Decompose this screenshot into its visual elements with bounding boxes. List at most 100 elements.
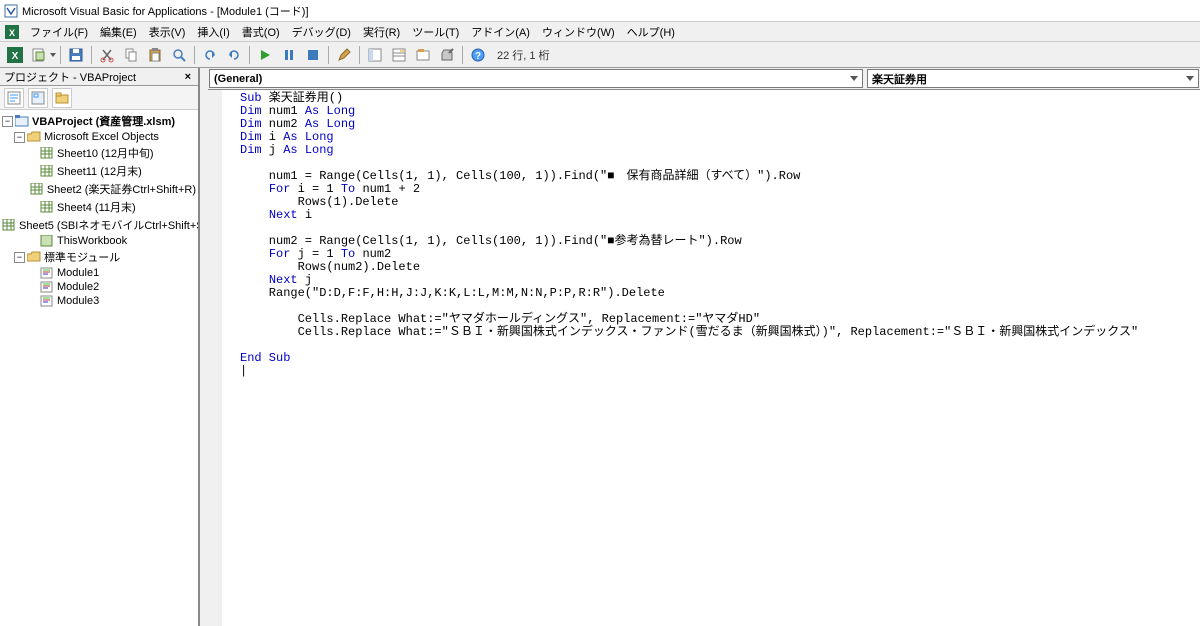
object-dropdown[interactable]: (General) (209, 69, 863, 88)
sheet-icon (40, 147, 54, 159)
tree-sheet-item[interactable]: Sheet4 (11月末) (2, 198, 196, 216)
excel-icon: X (4, 24, 20, 40)
project-panel-header: プロジェクト - VBAProject × (0, 68, 198, 86)
design-mode-button[interactable] (333, 44, 355, 66)
svg-text:X: X (12, 51, 19, 62)
help-button[interactable]: ? (467, 44, 489, 66)
tree-sheet-item[interactable]: Sheet2 (楽天証券Ctrl+Shift+R) (2, 180, 196, 198)
tree-item-label: Module1 (57, 267, 99, 279)
workbook-icon (40, 235, 54, 247)
project-explorer-button[interactable] (364, 44, 386, 66)
dropdown-arrow-icon[interactable] (50, 53, 56, 57)
toggle-folders-button[interactable] (52, 88, 72, 108)
stop-button[interactable] (302, 44, 324, 66)
close-panel-button[interactable]: × (182, 71, 194, 83)
tree-folder-objects[interactable]: − Microsoft Excel Objects (2, 130, 196, 144)
svg-text:X: X (9, 28, 15, 38)
tree-sheet-item[interactable]: Sheet11 (12月末) (2, 162, 196, 180)
separator (194, 46, 195, 64)
title-bar: Microsoft Visual Basic for Applications … (0, 0, 1200, 22)
toolbar: X ? 22 行, 1 桁 (0, 42, 1200, 68)
view-object-button[interactable] (28, 88, 48, 108)
vba-project-icon (15, 115, 29, 127)
collapse-icon[interactable]: − (14, 132, 25, 143)
menu-debug[interactable]: デバッグ(D) (286, 22, 357, 42)
tree-folder-label: Microsoft Excel Objects (44, 131, 159, 143)
module-icon (40, 281, 54, 293)
insert-module-button[interactable] (28, 44, 50, 66)
find-button[interactable] (168, 44, 190, 66)
excel-button[interactable]: X (4, 44, 26, 66)
tree-folder-modules[interactable]: − 標準モジュール (2, 248, 196, 266)
undo-button[interactable] (199, 44, 221, 66)
properties-button[interactable] (388, 44, 410, 66)
menu-run[interactable]: 実行(R) (357, 22, 406, 42)
folder-open-icon (27, 251, 41, 263)
svg-text:?: ? (475, 51, 481, 62)
menu-file[interactable]: ファイル(F) (24, 22, 94, 42)
redo-button[interactable] (223, 44, 245, 66)
menu-view[interactable]: 表示(V) (143, 22, 192, 42)
menu-bar: X ファイル(F) 編集(E) 表示(V) 挿入(I) 書式(O) デバッグ(D… (0, 22, 1200, 42)
project-tree[interactable]: − VBAProject (資産管理.xlsm) − Microsoft Exc… (0, 110, 198, 626)
tree-item-label: Sheet2 (楽天証券Ctrl+Shift+R) (47, 181, 196, 197)
separator (91, 46, 92, 64)
menu-tools[interactable]: ツール(T) (406, 22, 465, 42)
menu-addins[interactable]: アドイン(A) (465, 22, 536, 42)
tree-item-label: ThisWorkbook (57, 235, 127, 247)
cursor-position-label: 22 行, 1 桁 (497, 47, 550, 63)
menu-format[interactable]: 書式(O) (236, 22, 286, 42)
main-area: プロジェクト - VBAProject × − VBAProject (資産管理… (0, 68, 1200, 626)
project-explorer-panel: プロジェクト - VBAProject × − VBAProject (資産管理… (0, 68, 200, 626)
tree-item-label: Sheet5 (SBIネオモバイルCtrl+Shift+S (19, 217, 198, 233)
folder-open-icon (27, 131, 41, 143)
collapse-icon[interactable]: − (14, 252, 25, 263)
copy-button[interactable] (120, 44, 142, 66)
code-dropdown-row: (General) 楽天証券用 (208, 68, 1200, 90)
object-browser-button[interactable] (412, 44, 434, 66)
tree-item-label: Module2 (57, 281, 99, 293)
procedure-dropdown[interactable]: 楽天証券用 (867, 69, 1199, 88)
app-icon (4, 4, 18, 18)
tree-workbook-item[interactable]: ThisWorkbook (2, 234, 196, 248)
code-panel: (General) 楽天証券用 Sub 楽天証券用() Dim num1 As … (208, 68, 1200, 626)
tree-root[interactable]: − VBAProject (資産管理.xlsm) (2, 112, 196, 130)
project-panel-toolbar (0, 86, 198, 110)
project-panel-title: プロジェクト - VBAProject (4, 69, 136, 85)
toolbox-button[interactable] (436, 44, 458, 66)
module-icon (40, 267, 54, 279)
collapse-icon[interactable]: − (2, 116, 13, 127)
tree-module-item[interactable]: Module1 (2, 266, 196, 280)
tree-sheet-item[interactable]: Sheet5 (SBIネオモバイルCtrl+Shift+S (2, 216, 196, 234)
save-button[interactable] (65, 44, 87, 66)
menu-insert[interactable]: 挿入(I) (191, 22, 235, 42)
paste-button[interactable] (144, 44, 166, 66)
separator (328, 46, 329, 64)
menu-window[interactable]: ウィンドウ(W) (536, 22, 621, 42)
tree-module-item[interactable]: Module2 (2, 280, 196, 294)
cut-button[interactable] (96, 44, 118, 66)
run-button[interactable] (254, 44, 276, 66)
menu-edit[interactable]: 編集(E) (94, 22, 143, 42)
menu-help[interactable]: ヘルプ(H) (621, 22, 681, 42)
tree-sheet-item[interactable]: Sheet10 (12月中旬) (2, 144, 196, 162)
tree-folder-label: 標準モジュール (44, 249, 120, 265)
procedure-dropdown-value: 楽天証券用 (872, 71, 927, 87)
sheet-icon (30, 183, 44, 195)
window-title: Microsoft Visual Basic for Applications … (22, 3, 309, 19)
tree-root-label: VBAProject (資産管理.xlsm) (32, 113, 175, 129)
separator (60, 46, 61, 64)
vertical-splitter[interactable] (200, 68, 208, 626)
separator (359, 46, 360, 64)
sheet-icon (2, 219, 16, 231)
tree-item-label: Sheet10 (12月中旬) (57, 145, 154, 161)
code-editor[interactable]: Sub 楽天証券用() Dim num1 As Long Dim num2 As… (208, 90, 1200, 626)
sheet-icon (40, 201, 54, 213)
tree-module-item[interactable]: Module3 (2, 294, 196, 308)
tree-item-label: Sheet11 (12月末) (57, 163, 142, 179)
pause-button[interactable] (278, 44, 300, 66)
tree-item-label: Sheet4 (11月末) (57, 199, 136, 215)
view-code-button[interactable] (4, 88, 24, 108)
tree-item-label: Module3 (57, 295, 99, 307)
sheet-icon (40, 165, 54, 177)
